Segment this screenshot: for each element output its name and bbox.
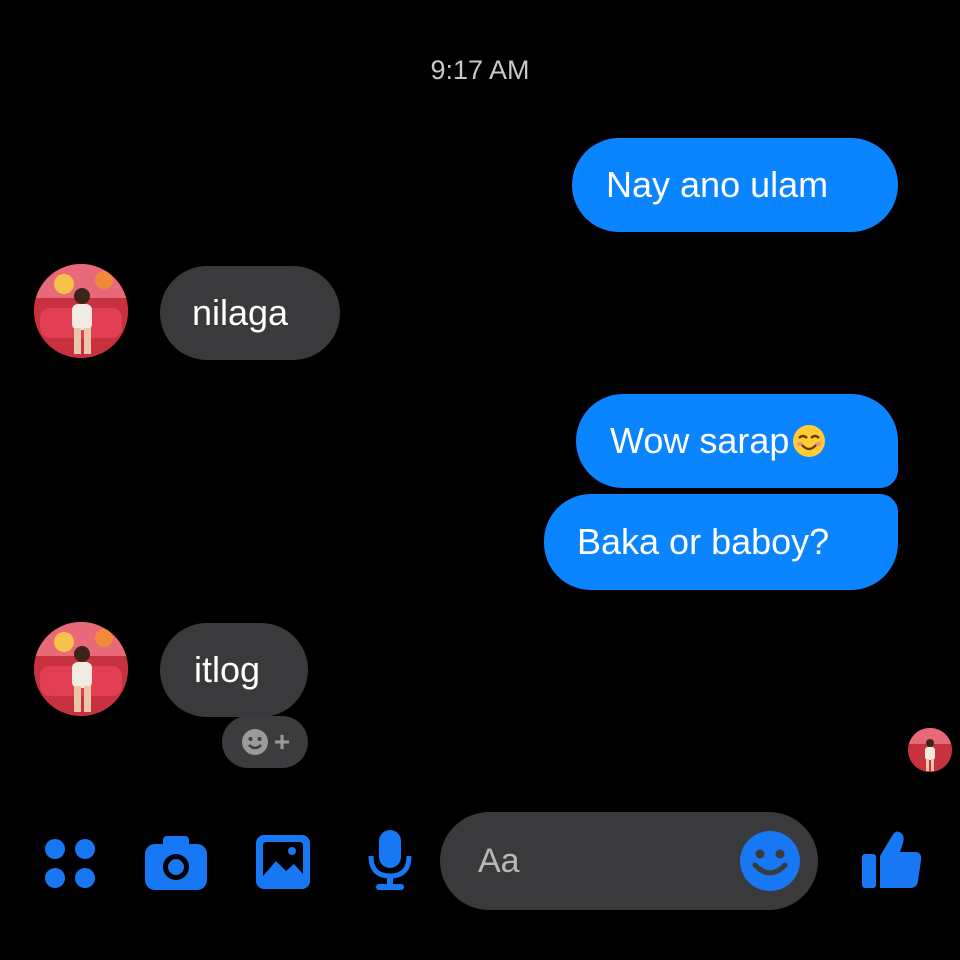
- apps-icon[interactable]: [40, 834, 100, 894]
- add-reaction-icon: [241, 729, 268, 755]
- smiling-face-emoji-icon: [793, 425, 826, 457]
- gallery-icon[interactable]: [254, 831, 312, 891]
- read-receipt-photo: [908, 728, 952, 772]
- contact-photo: [34, 264, 128, 358]
- message-input[interactable]: [476, 840, 720, 882]
- message-timestamp: 9:17 AM: [430, 55, 530, 85]
- chat-screen: 9:17 AM Nay ano ulam nilaga Wow sarap Ba…: [0, 0, 960, 960]
- message-text: Baka or baboy?: [577, 521, 830, 562]
- thumbs-up-icon[interactable]: [858, 826, 924, 892]
- outgoing-message[interactable]: Baka or baboy?: [544, 494, 898, 590]
- outgoing-message[interactable]: Wow sarap: [576, 394, 898, 488]
- outgoing-message[interactable]: Nay ano ulam: [572, 138, 898, 232]
- incoming-message[interactable]: itlog: [160, 623, 308, 717]
- contact-avatar[interactable]: [34, 264, 128, 358]
- message-text: Nay ano ulam: [606, 164, 829, 205]
- contact-avatar[interactable]: [34, 622, 128, 716]
- add-reaction-plus: +: [273, 726, 291, 757]
- message-text: nilaga: [192, 292, 289, 333]
- message-composer[interactable]: [440, 812, 818, 910]
- microphone-icon[interactable]: [366, 828, 414, 894]
- emoji-icon[interactable]: [738, 829, 802, 893]
- message-text: Wow sarap: [610, 420, 790, 461]
- read-receipt-avatar: [908, 728, 952, 772]
- add-reaction-button[interactable]: +: [222, 716, 308, 768]
- message-text: itlog: [194, 649, 261, 690]
- incoming-message[interactable]: nilaga: [160, 266, 340, 360]
- camera-icon[interactable]: [143, 832, 209, 892]
- contact-photo: [34, 622, 128, 716]
